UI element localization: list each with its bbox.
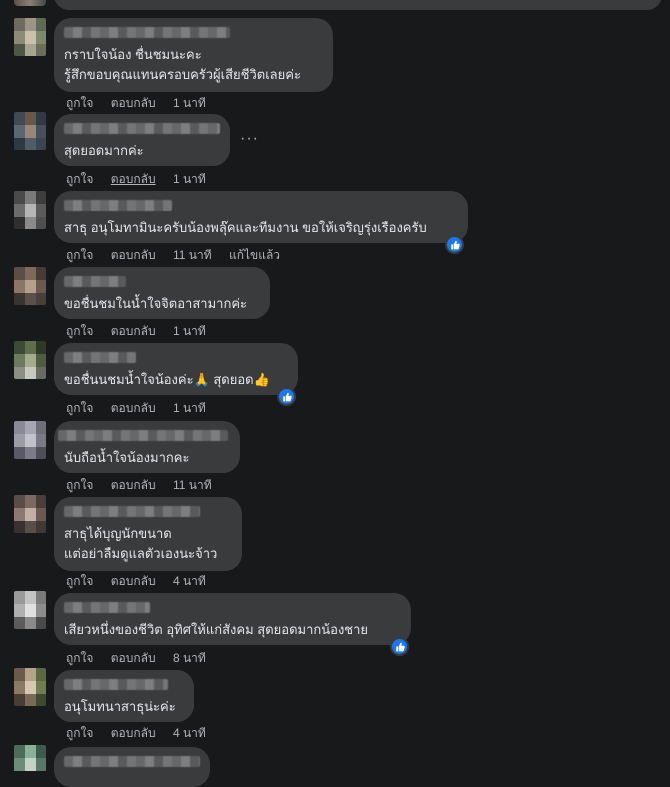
like-link[interactable]: ถูกใจ [66, 248, 93, 262]
like-link[interactable]: ถูกใจ [66, 96, 93, 110]
timestamp[interactable]: 4 นาที [173, 726, 206, 740]
reply-link[interactable]: ตอบกลับ [111, 401, 156, 415]
avatar[interactable] [14, 341, 46, 379]
comment-bubble [54, 0, 662, 10]
comment-actions: ถูกใจ ตอบกลับ 8 นาที [66, 649, 220, 668]
like-link[interactable]: ถูกใจ [66, 172, 93, 186]
timestamp[interactable]: 11 นาที [173, 248, 212, 262]
reply-link[interactable]: ตอบกลับ [111, 172, 156, 186]
author-name[interactable] [64, 200, 172, 211]
comment-actions: ถูกใจ ตอบกลับ 1 นาที [66, 94, 220, 113]
timestamp[interactable]: 1 นาที [173, 172, 206, 186]
reply-link[interactable]: ตอบกลับ [111, 248, 156, 262]
comment-text: แต่อย่าลืมดูแลตัวเองนะจ้าว [64, 546, 218, 561]
more-options-icon[interactable]: ··· [240, 130, 259, 148]
comment-text: เสียวหนึ่งของชีวิต อุทิศให้แก่สังคม สุดย… [64, 622, 369, 637]
comment-text: อนุโมทนาสาธุน่ะค่ะ [64, 699, 176, 714]
reply-link[interactable]: ตอบกลับ [111, 574, 156, 588]
comment-text: สาธุ อนุโมทามินะครับน้องพลุ๊คและทีมงาน ข… [64, 220, 427, 235]
previous-comment [0, 0, 670, 14]
comment-bubble: สุดยอดมากค่ะ [54, 114, 230, 166]
author-name[interactable] [64, 756, 200, 767]
like-link[interactable]: ถูกใจ [66, 651, 93, 665]
reply-link[interactable]: ตอบกลับ [111, 478, 156, 492]
comment-bubble: สาธุ อนุโมทามินะครับน้องพลุ๊คและทีมงาน ข… [54, 191, 468, 243]
comment-actions: ถูกใจ ตอบกลับ 1 นาที [66, 170, 220, 189]
author-name[interactable] [64, 602, 150, 613]
author-name[interactable] [64, 123, 220, 134]
like-link[interactable]: ถูกใจ [66, 324, 93, 338]
timestamp[interactable]: 4 นาที [173, 574, 206, 588]
comment-text: ขอชื่นนชมน้ำใจน้องค่ะ🙏 สุดยอด👍 [64, 372, 270, 387]
comment-bubble: กราบใจน้อง ชื่นชมนะคะ รู้สึกขอบคุณแทนครอ… [54, 18, 333, 92]
like-link[interactable]: ถูกใจ [66, 401, 93, 415]
avatar[interactable] [14, 495, 46, 533]
like-link[interactable]: ถูกใจ [66, 574, 93, 588]
author-name[interactable] [64, 276, 126, 287]
avatar[interactable] [14, 267, 46, 305]
comment-bubble: สาธุได้บุญนักขนาด แต่อย่าลืมดูแลตัวเองนะ… [54, 497, 242, 571]
comment-actions: ถูกใจ ตอบกลับ 11 นาที แก้ไขแล้ว [66, 246, 294, 265]
comment-bubble: ขอชื่นนชมน้ำใจน้องค่ะ🙏 สุดยอด👍 [54, 343, 298, 395]
like-link[interactable]: ถูกใจ [66, 726, 93, 740]
author-name[interactable] [58, 430, 228, 441]
timestamp[interactable]: 8 นาที [173, 651, 206, 665]
comment-actions: ถูกใจ ตอบกลับ 4 นาที [66, 724, 220, 743]
reply-link[interactable]: ตอบกลับ [111, 651, 156, 665]
thumbs-up-icon[interactable] [390, 637, 409, 656]
avatar[interactable] [14, 191, 46, 229]
thumbs-up-icon[interactable] [277, 387, 296, 406]
reply-link[interactable]: ตอบกลับ [111, 324, 156, 338]
comment-bubble: นับถือน้ำใจน้องมากคะ [54, 421, 240, 473]
comment-actions: ถูกใจ ตอบกลับ 1 นาที [66, 322, 220, 341]
comment-text: กราบใจน้อง ชื่นชมนะคะ [64, 47, 202, 62]
comment-bubble: เสียวหนึ่งของชีวิต อุทิศให้แก่สังคม สุดย… [54, 593, 411, 645]
comment-actions: ถูกใจ ตอบกลับ 4 นาที [66, 572, 220, 591]
author-name[interactable] [64, 506, 200, 517]
author-name[interactable] [64, 27, 230, 38]
like-link[interactable]: ถูกใจ [66, 478, 93, 492]
comment-text: นับถือน้ำใจน้องมากคะ [64, 450, 190, 465]
comment-actions: ถูกใจ ตอบกลับ 11 นาที [66, 476, 226, 495]
author-name[interactable] [64, 352, 136, 363]
avatar[interactable] [14, 112, 46, 150]
comment-text: ขอชื่นชมในน้ำใจจิตอาสามากค่ะ [64, 296, 248, 311]
comment-bubble: อนุโมทนาสาธุน่ะค่ะ [54, 670, 194, 722]
thumbs-up-icon[interactable] [445, 235, 464, 254]
reply-link[interactable]: ตอบกลับ [111, 96, 156, 110]
avatar[interactable] [14, 668, 46, 706]
timestamp[interactable]: 11 นาที [173, 478, 212, 492]
author-name[interactable] [64, 679, 168, 690]
avatar[interactable] [14, 591, 46, 629]
avatar[interactable] [14, 421, 46, 459]
timestamp[interactable]: 1 นาที [173, 96, 206, 110]
edited-label: แก้ไขแล้ว [228, 248, 281, 262]
timestamp[interactable]: 1 นาที [173, 401, 206, 415]
avatar[interactable] [14, 0, 46, 6]
comment-actions: ถูกใจ ตอบกลับ 1 นาที [66, 399, 220, 418]
comment-bubble: ขอชื่นชมในน้ำใจจิตอาสามากค่ะ [54, 267, 270, 319]
timestamp[interactable]: 1 นาที [173, 324, 206, 338]
avatar[interactable] [14, 745, 46, 777]
reply-link[interactable]: ตอบกลับ [111, 726, 156, 740]
avatar[interactable] [14, 18, 46, 56]
comment-text: สุดยอดมากค่ะ [64, 143, 144, 158]
comment-text: สาธุได้บุญนักขนาด [64, 526, 172, 541]
comment-bubble [54, 747, 210, 787]
comment-text: รู้สึกขอบคุณแทนครอบครัวผู้เสียชีวิตเลยค่… [64, 67, 301, 82]
